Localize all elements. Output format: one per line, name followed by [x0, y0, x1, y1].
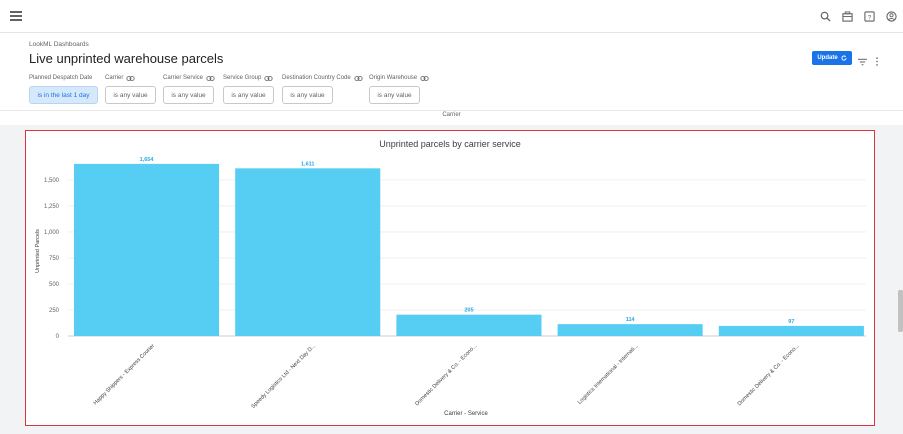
y-tick-label: 0 — [56, 334, 60, 340]
data-label: 97 — [788, 319, 794, 325]
filter-planned-despatch-date: Planned Despatch Date is in the last 1 d… — [29, 74, 98, 104]
link-icon[interactable] — [264, 75, 273, 81]
menu-icon[interactable] — [10, 11, 22, 21]
filter-service-group: Service Group is any value — [223, 74, 274, 104]
filter-carrier-service: Carrier Service is any value — [163, 74, 215, 104]
filter-value-chip[interactable]: is any value — [223, 86, 274, 104]
dashboard-header: LookML Dashboards Live unprinted warehou… — [0, 33, 903, 111]
breadcrumb[interactable]: LookML Dashboards — [29, 41, 89, 48]
data-label: 114 — [626, 317, 636, 323]
svg-text:?: ? — [868, 14, 872, 21]
link-icon[interactable] — [206, 75, 215, 81]
bar — [718, 325, 864, 336]
filter-value-chip[interactable]: is any value — [163, 86, 214, 104]
filter-carrier: Carrier is any value — [105, 74, 156, 104]
axis-label: Carrier — [442, 112, 461, 118]
filter-label: Destination Country Code — [282, 74, 363, 82]
x-axis-title: Carrier - Service — [444, 411, 488, 417]
chart-tile: Unprinted parcels by carrier service 0 25… — [25, 130, 875, 426]
bar-chart: 0 250 500 750 1,000 1,250 1,500 1,654 Happy Ship… — [35, 157, 866, 417]
bag-icon[interactable] — [840, 9, 855, 24]
x-tick-label: Logistics International - Internati... — [577, 343, 640, 406]
top-icons: ? — [818, 9, 899, 24]
account-icon[interactable] — [884, 9, 899, 24]
update-button-label: Update — [817, 55, 838, 61]
y-tick-label: 1,250 — [44, 204, 60, 210]
bar — [74, 163, 220, 336]
filter-icon[interactable] — [858, 53, 867, 71]
bar — [557, 324, 703, 336]
data-label: 1,611 — [301, 161, 314, 167]
link-icon[interactable] — [126, 75, 135, 81]
y-axis-title: Unprinted Parcels — [35, 229, 41, 273]
filter-label: Carrier — [105, 74, 156, 82]
y-tick-label: 250 — [49, 308, 60, 314]
bar — [235, 168, 381, 336]
data-label: 205 — [464, 308, 473, 314]
link-icon[interactable] — [420, 75, 429, 81]
update-button[interactable]: Update — [812, 51, 852, 65]
previous-tile-strip: Carrier — [0, 111, 903, 125]
x-tick-label: Speedy Logistics Ltd - Next Day D... — [250, 343, 317, 410]
x-tick-label: Domestic Delivery & Co. - Econo... — [737, 343, 801, 407]
page-title: Live unprinted warehouse parcels — [29, 51, 224, 66]
y-tick-label: 1,500 — [44, 178, 60, 184]
search-icon[interactable] — [818, 9, 833, 24]
bar — [396, 314, 542, 336]
filter-value-chip[interactable]: is any value — [369, 86, 420, 104]
filter-label: Planned Despatch Date — [29, 75, 93, 81]
x-tick-label: Happy Shippers - Express Courier — [93, 343, 156, 406]
refresh-icon — [841, 55, 847, 61]
link-icon[interactable] — [354, 75, 363, 81]
x-tick-label: Domestic Delivery & Co. - Econo... — [414, 343, 478, 407]
filter-label: Origin Warehouse — [369, 74, 429, 82]
filter-value-chip[interactable]: is any value — [282, 86, 333, 104]
more-options-icon[interactable] — [875, 53, 879, 71]
top-bar: ? — [0, 0, 903, 33]
filter-origin-warehouse: Origin Warehouse is any value — [369, 74, 429, 104]
y-tick-label: 500 — [49, 282, 60, 288]
help-icon[interactable]: ? — [862, 9, 877, 24]
filter-label: Carrier Service — [163, 74, 215, 82]
filter-destination-country-code: Destination Country Code is any value — [282, 74, 363, 104]
data-label: 1,654 — [140, 157, 155, 163]
filter-label: Service Group — [223, 74, 274, 82]
filter-value-chip[interactable]: is any value — [105, 86, 156, 104]
y-tick-label: 1,000 — [44, 230, 60, 236]
scrollbar[interactable] — [898, 290, 903, 332]
y-tick-label: 750 — [49, 256, 60, 262]
filter-value-chip[interactable]: is in the last 1 day — [29, 86, 98, 104]
